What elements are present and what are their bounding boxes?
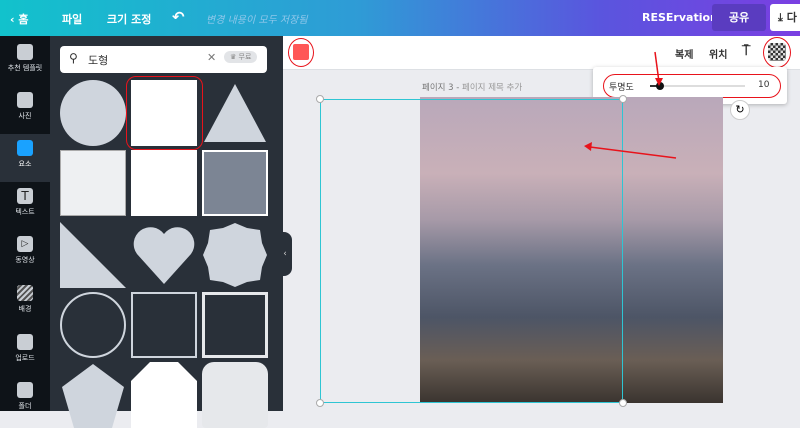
annotation-arrows (584, 51, 677, 159)
